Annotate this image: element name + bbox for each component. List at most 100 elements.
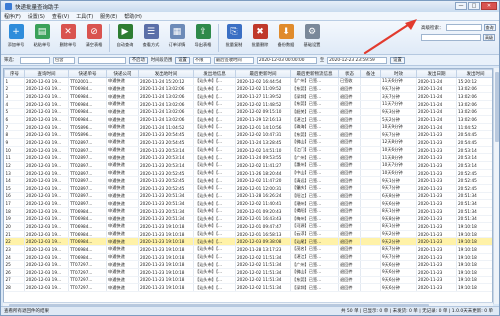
vertical-scrollbar[interactable] — [493, 68, 499, 304]
table-row[interactable]: 14 2020-12-03 19... TT02897... 申通快递 2020-11-… — [4, 176, 492, 185]
table-cell: 2020-11-23 — [416, 276, 457, 285]
table-cell: TT07297... — [68, 283, 107, 292]
table-row[interactable]: 15 2020-12-03 19... TT02897... 申通快递 2020-11-… — [4, 184, 492, 193]
table-row[interactable]: 17 2020-12-03 19... TT02897... 申通快递 2020-11-… — [4, 199, 492, 208]
table-row[interactable]: 28 2020-12-03 19... TT07297... 申通快递 2020-11-… — [4, 283, 492, 292]
table-cell: TT06984... — [68, 207, 107, 216]
type-dropdown[interactable]: 不限 — [192, 56, 211, 64]
column-header[interactable]: 时效 — [380, 69, 417, 78]
toolbar-button-6[interactable]: ▦ 订单详情 — [164, 23, 190, 54]
filter-mode-dropdown[interactable]: 包含 — [52, 56, 75, 64]
menu-settings[interactable]: 设置(S) — [28, 13, 45, 20]
table-cell: 【汕头市】【... — [193, 283, 236, 292]
toolbar-button-8[interactable]: ⎘ 批量复制 — [221, 23, 247, 54]
table-row[interactable]: 22 2020-12-03 19... TT06984... 申通快递 2020-11-… — [4, 237, 492, 247]
toolbar-button-2[interactable]: ✕ 删除单号 — [55, 23, 81, 54]
close-button[interactable]: ✕ — [481, 2, 497, 10]
table-cell: 申通快递 — [106, 192, 139, 201]
table-row[interactable]: 6 2020-12-03 19... TT06984... 申通快递 2020-11-2… — [4, 115, 492, 124]
menu-help[interactable]: 帮助(H) — [124, 13, 142, 20]
toolbar-button-4[interactable]: ▶ 自动查询 — [112, 23, 138, 54]
toolbar-button-label: 备份数据 — [277, 42, 295, 47]
minimize-button[interactable]: — — [455, 2, 467, 10]
column-header[interactable]: 状态 — [338, 69, 361, 78]
column-header[interactable]: 快递单号 — [68, 69, 107, 78]
table-cell — [360, 260, 381, 269]
table-row[interactable]: 21 2020-12-03 19... TT06984... 申通快递 2020-11-… — [4, 230, 492, 239]
advanced-search-input[interactable] — [445, 24, 482, 31]
menu-view[interactable]: 查看(V) — [52, 13, 69, 20]
table-cell: 申通快递 — [106, 130, 139, 140]
table-cell: 申通快递 — [106, 222, 139, 231]
table-row[interactable]: 25 2020-12-03 19... TT07297... 申通快递 2020-11-… — [4, 260, 492, 269]
table-row[interactable]: 8 2020-12-03 19... TT05896... 申通快递 2020-11-2… — [4, 130, 492, 140]
toolbar-button-5[interactable]: ☰ 查看方式 — [138, 23, 164, 54]
toolbar-button-1[interactable]: ▤ 粘贴单号 — [29, 23, 55, 54]
table-row[interactable]: 12 2020-12-03 19... TT02897... 申通快递 2020-11-… — [4, 161, 492, 170]
table-row[interactable]: 9 2020-12-03 19... TT02897... 申通快递 2020-11-2… — [4, 138, 492, 147]
advanced-search-input-2[interactable] — [421, 34, 481, 41]
table-cell: 2020-11-24 — [416, 108, 457, 117]
column-header[interactable]: 最后更新时间 — [235, 69, 291, 78]
column-header[interactable]: 发出日期 — [416, 69, 457, 78]
table-cell: TT06984... — [68, 253, 107, 262]
table-row[interactable]: 24 2020-12-03 19... TT06984... 申通快递 2020-11-… — [4, 253, 492, 262]
table-row[interactable]: 3 2020-12-03 19... TT06984... 申通快递 2020-11-2… — [4, 92, 492, 101]
column-header[interactable]: 发出地时间 — [138, 69, 194, 78]
toolbar-button-10[interactable]: ⬇ 备份数据 — [273, 23, 299, 54]
results-table: 序号 查询时间 快递单号 快递公司 发出地时间 发出地信息 最后更新时间 最后更新物流信息 状态… — [4, 69, 492, 292]
settings-gear-icon: ⚙ — [304, 24, 320, 39]
filter-field-select[interactable] — [19, 56, 50, 64]
table-cell: 【汕头市】【... — [193, 123, 236, 132]
table-row[interactable]: 23 2020-12-03 19... TT06984... 申通快递 2020-11-… — [4, 245, 492, 254]
column-header[interactable]: 备注 — [360, 69, 381, 78]
column-header[interactable]: 发出时间 — [456, 69, 492, 78]
table-cell: 13:02:06 — [456, 92, 492, 101]
time-set-button[interactable]: 设置 — [175, 56, 190, 64]
table-cell: 19:10:18 — [456, 222, 492, 231]
column-header[interactable]: 发出地信息 — [193, 69, 236, 78]
filter-keyword-input[interactable] — [77, 56, 126, 64]
toolbar-button-label: 查看方式 — [142, 42, 160, 47]
table-row[interactable]: 20 2020-12-03 19... TT06984... 申通快递 2020-11-… — [4, 222, 492, 231]
toolbar-button-11[interactable]: ⚙ 基础设置 — [299, 23, 325, 54]
table-row[interactable]: 19 2020-12-03 19... TT06984... 申通快递 2020-11-… — [4, 215, 492, 224]
apply-time-button[interactable]: 设置 — [390, 56, 405, 64]
table-cell: 20:54:45 — [456, 130, 492, 140]
table-row[interactable]: 1 2020-12-03 19... TT02001... 申通快递 2020-11-2… — [4, 77, 492, 86]
menu-service[interactable]: 服务(E) — [100, 13, 117, 20]
table-row[interactable]: 26 2020-12-03 19... TT07297... 申通快递 2020-11-… — [4, 268, 492, 277]
table-cell: 申通快递 — [106, 108, 139, 117]
column-header[interactable]: 最后更新物流信息 — [290, 69, 339, 78]
table-row[interactable]: 16 2020-12-03 19... TT02897... 申通快递 2020-11-… — [4, 192, 492, 201]
table-row[interactable]: 5 2020-12-03 19... TT06984... 申通快递 2020-11-2… — [4, 108, 492, 117]
column-header[interactable]: 序号 — [4, 69, 25, 78]
toolbar-button-7[interactable]: ⇪ 导出表格 — [190, 23, 216, 54]
column-header[interactable]: 快递公司 — [106, 69, 139, 78]
query-button[interactable]: 查询 — [483, 24, 496, 31]
table-row[interactable]: 2 2020-12-03 19... TT06984... 申通快递 2020-11-2… — [4, 85, 492, 94]
table-row[interactable]: 27 2020-12-03 19... TT07297... 申通快递 2020-11-… — [4, 276, 492, 285]
column-header[interactable]: 查询时间 — [24, 69, 69, 78]
table-cell: 申通快递 — [106, 115, 139, 124]
table-row[interactable]: 10 2020-12-03 19... TT02897... 申通快递 2020-11-… — [4, 146, 492, 155]
table-row[interactable]: 13 2020-12-03 19... TT02897... 申通快递 2020-11-… — [4, 169, 492, 178]
toolbar-button-0[interactable]: + 添加单号 — [3, 23, 29, 54]
vertical-scroll-thumb[interactable] — [495, 72, 499, 142]
time-field-dropdown[interactable]: 最后签收时间 — [213, 56, 254, 64]
menu-tools[interactable]: 工具(T) — [76, 13, 93, 20]
toolbar-button-3[interactable]: ⊘ 清空表格 — [81, 23, 107, 54]
table-row[interactable]: 4 2020-12-03 19... TT06984... 申通快递 2020-11-2… — [4, 100, 492, 109]
maximize-button[interactable]: □ — [468, 2, 480, 10]
menu-program[interactable]: 程序(F) — [4, 13, 21, 20]
table-row[interactable]: 18 2020-12-03 19... TT06984... 申通快递 2020-11-… — [4, 207, 492, 216]
table-row[interactable]: 7 2020-12-03 19... TT05896... 申通快递 2020-11-2… — [4, 123, 492, 132]
table-cell — [360, 199, 381, 208]
filter-toggle-button[interactable]: 不启动 — [128, 56, 148, 64]
toolbar-button-9[interactable]: ✖ 批量删除 — [247, 23, 273, 54]
start-time-input[interactable]: 2020-12-03 00:00:00 — [256, 56, 317, 64]
table-row[interactable]: 11 2020-12-03 19... TT02897... 申通快递 2020-11-… — [4, 153, 492, 163]
advanced-button[interactable]: 高级 — [483, 34, 495, 41]
end-time-input[interactable]: 2020-12-23 23:59:59 — [327, 56, 388, 64]
table-cell: 申通快递 — [106, 153, 139, 163]
